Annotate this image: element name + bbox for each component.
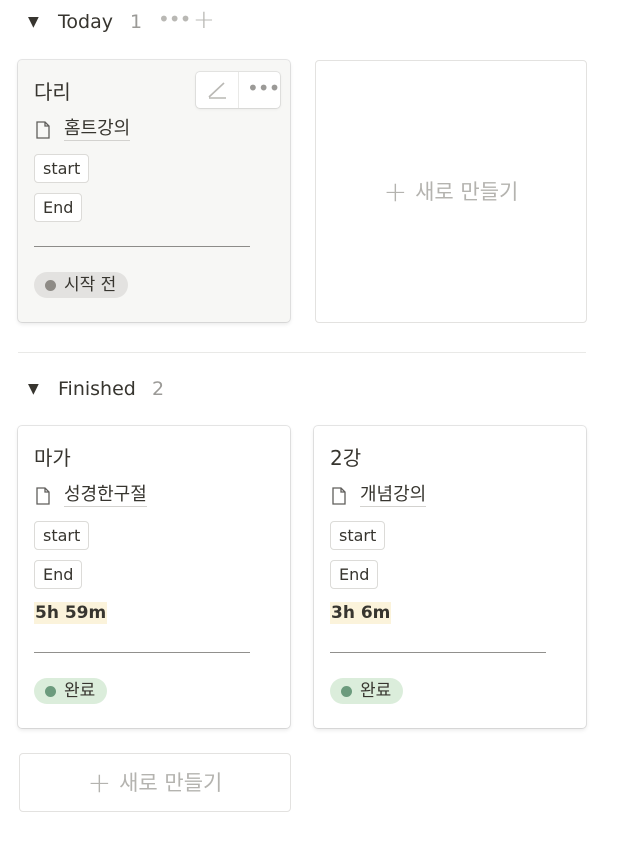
group-count: 1	[130, 11, 143, 33]
relation-link[interactable]: 성경한구절	[64, 484, 147, 507]
group-divider	[18, 352, 586, 353]
new-card-label: 새로 만들기	[415, 180, 519, 204]
relation-link[interactable]: 개념강의	[360, 484, 427, 507]
duration-value: 3h 6m	[330, 602, 392, 624]
new-card-button[interactable]: + 새로 만들기	[315, 60, 587, 323]
status-dot-icon	[45, 280, 56, 291]
triangle-down-icon[interactable]: ▼	[28, 381, 39, 397]
relation-link[interactable]: 홈트강의	[64, 118, 131, 141]
pencil-icon[interactable]	[206, 80, 228, 100]
status-label: 완료	[64, 681, 96, 701]
tag-start: start	[34, 521, 90, 550]
ellipsis-icon[interactable]: •••	[247, 76, 280, 100]
status-badge: 완료	[34, 678, 108, 704]
page-icon	[332, 487, 346, 505]
status-dot-icon	[341, 686, 352, 697]
plus-icon: +	[383, 175, 408, 208]
card-actions: •••	[196, 72, 280, 108]
new-card-label: 새로 만들기	[119, 771, 223, 795]
board-card[interactable]: 2강 개념강의 start End 3h 6m 완료	[314, 426, 586, 728]
group-title[interactable]: Today	[58, 11, 113, 33]
card-title: 마가	[34, 446, 71, 470]
plus-icon[interactable]: +	[193, 5, 215, 35]
card-divider	[34, 652, 250, 653]
new-card-button[interactable]: + 새로 만들기	[19, 753, 291, 812]
triangle-down-icon[interactable]: ▼	[28, 14, 39, 30]
page-icon	[36, 487, 50, 505]
board-card[interactable]: 마가 성경한구절 start End 5h 59m 완료	[18, 426, 290, 728]
plus-icon: +	[87, 766, 112, 799]
tag-start: start	[34, 154, 90, 183]
group-count: 2	[152, 378, 165, 400]
tag-end: End	[330, 560, 379, 589]
card-divider	[34, 246, 250, 247]
group-header-finished: ▼ Finished 2	[0, 376, 620, 406]
card-title: 다리	[34, 80, 71, 104]
page-icon	[36, 121, 50, 139]
card-title: 2강	[330, 446, 362, 470]
ellipsis-icon[interactable]: •••	[158, 7, 191, 31]
tag-end: End	[34, 193, 83, 222]
status-badge: 완료	[330, 678, 404, 704]
status-dot-icon	[45, 686, 56, 697]
status-badge: 시작 전	[34, 272, 129, 298]
status-label: 완료	[360, 681, 392, 701]
tag-start: start	[330, 521, 386, 550]
group-header-today: ▼ Today 1 ••• +	[0, 5, 620, 39]
tag-end: End	[34, 560, 83, 589]
status-label: 시작 전	[64, 275, 117, 295]
duration-value: 5h 59m	[34, 602, 108, 624]
group-title[interactable]: Finished	[58, 378, 136, 400]
card-divider	[330, 652, 546, 653]
board-card[interactable]: 다리 ••• 홈트강의 start End 시작 전	[18, 60, 290, 322]
